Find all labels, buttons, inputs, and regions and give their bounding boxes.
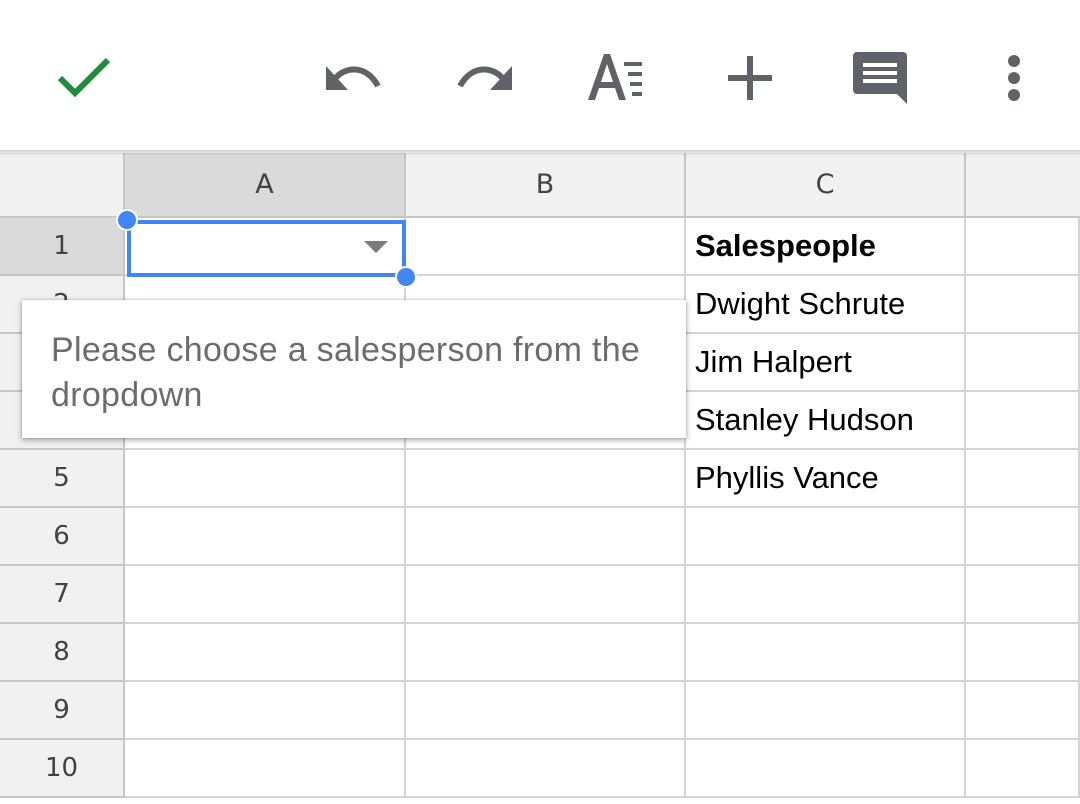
validation-help-text: Please choose a salesperson from the dro… (51, 331, 641, 414)
column-header-c[interactable]: C (686, 153, 966, 218)
validation-help-tooltip: Please choose a salesperson from the dro… (22, 300, 686, 438)
selection-start-handle[interactable] (116, 209, 138, 231)
comment-button[interactable] (844, 40, 920, 116)
cell-c9[interactable] (686, 682, 966, 740)
cell-c2[interactable]: Dwight Schrute (686, 276, 966, 334)
cell-d4[interactable] (966, 392, 1080, 450)
cell-d8[interactable] (966, 624, 1080, 682)
column-header-b[interactable]: B (406, 153, 686, 218)
row-header-1[interactable]: 1 (0, 218, 125, 276)
comment-icon (853, 52, 907, 104)
cell-a10[interactable] (125, 740, 406, 798)
undo-button[interactable] (316, 40, 392, 116)
select-all-corner[interactable] (0, 153, 125, 218)
dropdown-arrow-icon[interactable] (364, 241, 388, 253)
redo-icon (457, 66, 512, 90)
cell-d2[interactable] (966, 276, 1080, 334)
cell-c4[interactable]: Stanley Hudson (686, 392, 966, 450)
cell-a9[interactable] (125, 682, 406, 740)
row-header-10[interactable]: 10 (0, 740, 125, 798)
cell-d10[interactable] (966, 740, 1080, 798)
format-button[interactable] (580, 40, 656, 116)
cell-a7[interactable] (125, 566, 406, 624)
row-header-7[interactable]: 7 (0, 566, 125, 624)
cell-d6[interactable] (966, 508, 1080, 566)
cell-b5[interactable] (406, 450, 686, 508)
cell-b9[interactable] (406, 682, 686, 740)
column-header-a[interactable]: A (125, 153, 406, 218)
cell-d7[interactable] (966, 566, 1080, 624)
row-header-8[interactable]: 8 (0, 624, 125, 682)
toolbar (0, 0, 1080, 153)
cell-a5[interactable] (125, 450, 406, 508)
cell-d9[interactable] (966, 682, 1080, 740)
cell-c3[interactable]: Jim Halpert (686, 334, 966, 392)
selection-end-handle[interactable] (395, 266, 417, 288)
row-header-9[interactable]: 9 (0, 682, 125, 740)
cell-c5[interactable]: Phyllis Vance (686, 450, 966, 508)
cell-c6[interactable] (686, 508, 966, 566)
cell-c10[interactable] (686, 740, 966, 798)
cell-b6[interactable] (406, 508, 686, 566)
cell-c8[interactable] (686, 624, 966, 682)
cell-a8[interactable] (125, 624, 406, 682)
redo-button[interactable] (446, 40, 522, 116)
cell-c7[interactable] (686, 566, 966, 624)
cell-b1[interactable] (406, 218, 686, 276)
more-vert-icon (1008, 55, 1020, 101)
cell-a6[interactable] (125, 508, 406, 566)
more-options-button[interactable] (976, 40, 1052, 116)
row-header-5[interactable]: 5 (0, 450, 125, 508)
cell-d1[interactable] (966, 218, 1080, 276)
text-format-icon (588, 54, 642, 100)
check-icon (57, 57, 111, 98)
cell-c1[interactable]: Salespeople (686, 218, 966, 276)
cell-d5[interactable] (966, 450, 1080, 508)
cell-b10[interactable] (406, 740, 686, 798)
cell-b7[interactable] (406, 566, 686, 624)
cell-d3[interactable] (966, 334, 1080, 392)
cell-b8[interactable] (406, 624, 686, 682)
plus-icon (728, 56, 772, 100)
row-header-6[interactable]: 6 (0, 508, 125, 566)
column-header-d[interactable] (966, 153, 1080, 218)
undo-icon (326, 66, 381, 90)
toolbar-shadow (0, 150, 1080, 156)
done-button[interactable] (46, 40, 122, 116)
insert-button[interactable] (712, 40, 788, 116)
